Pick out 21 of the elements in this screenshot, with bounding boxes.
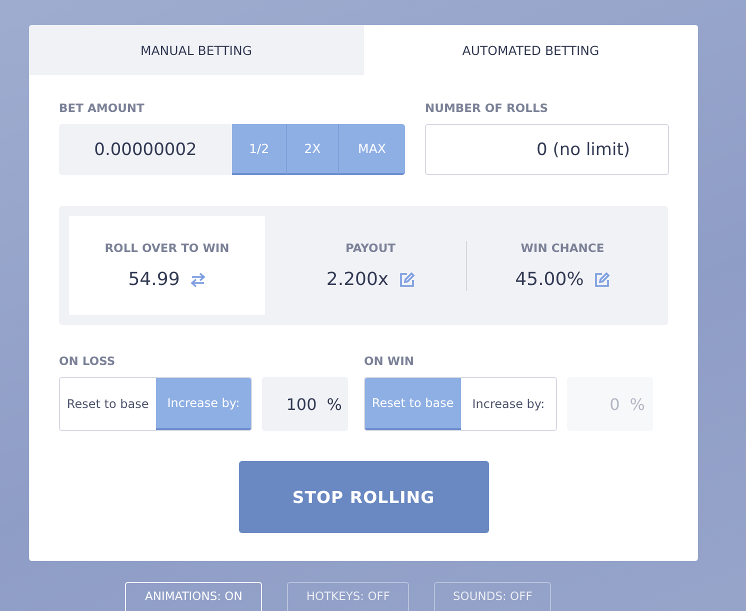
tab[interactable]: AUTOMATED BETTING	[364, 25, 698, 75]
edit-icon[interactable]	[594, 272, 610, 288]
field-label: NUMBER OF ROLLS	[425, 101, 550, 115]
percent-field[interactable]: 100 %	[262, 377, 348, 431]
stat-card[interactable]: ROLL OVER TO WIN 54.99	[69, 216, 265, 315]
field-label: ON LOSS	[59, 354, 116, 368]
field-label: BET AMOUNT	[59, 101, 146, 115]
swap-arrows-icon[interactable]	[190, 272, 206, 288]
stat-value: 2.200x	[326, 269, 389, 290]
edit-icon[interactable]	[398, 272, 415, 288]
field-label: ON WIN	[364, 354, 415, 368]
stat-label: ROLL OVER TO WIN	[104, 241, 230, 255]
stat-label: PAYOUT	[345, 241, 396, 255]
bet-amount-field[interactable]: 0.00000002	[59, 124, 232, 175]
stop-rolling-button[interactable]: STOP ROLLING	[238, 461, 488, 533]
segmented-control[interactable]: Reset to base Increase by:	[59, 377, 252, 431]
stat-label: WIN CHANCE	[520, 241, 604, 255]
stat-value: 54.99	[128, 269, 180, 290]
rolls-field[interactable]: 0 (no limit)	[425, 124, 669, 175]
stat-value: 45.00%	[515, 269, 584, 290]
tab[interactable]: MANUAL BETTING	[29, 25, 364, 75]
